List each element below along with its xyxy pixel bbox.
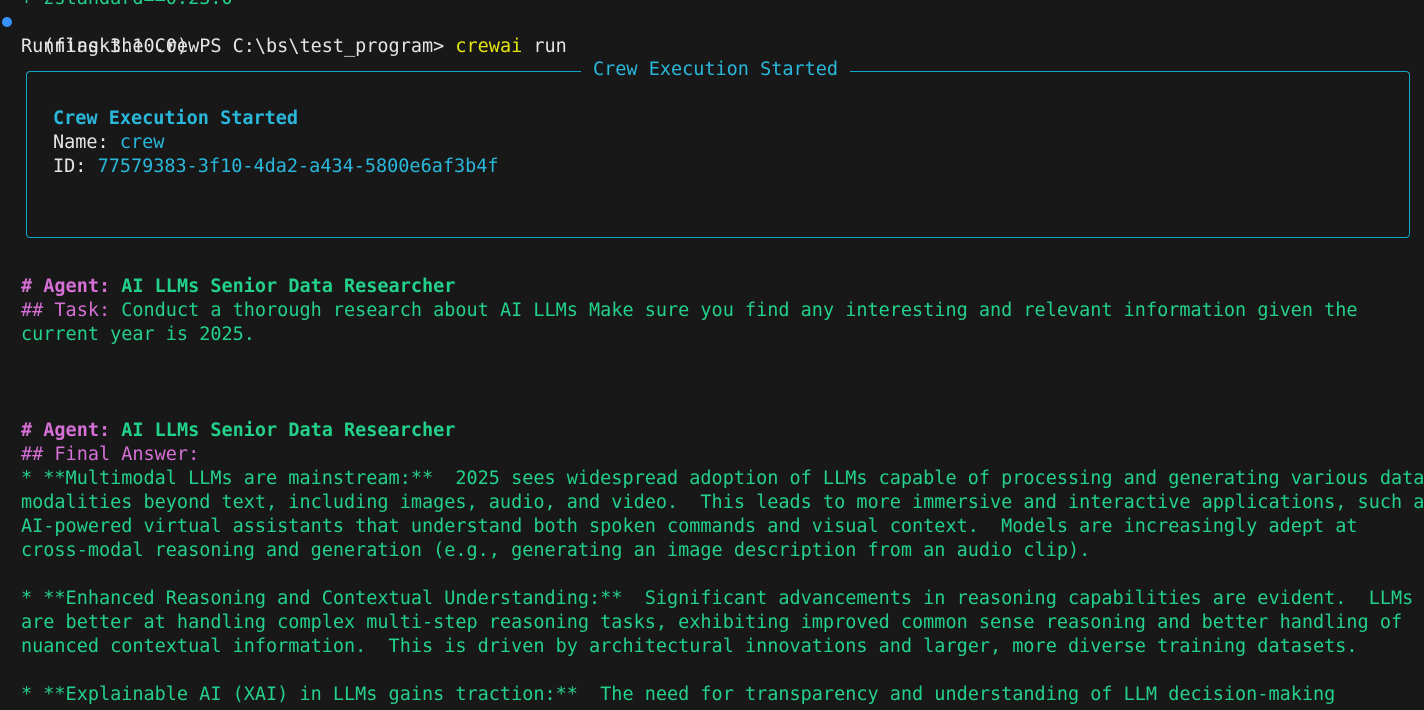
agent-label: # Agent: [21,276,122,297]
previous-output-line: + zstandard==0.23.0 [21,0,233,11]
agent-name: AI LLMs Senior Data Researcher [121,276,456,297]
answer-line: * **Explainable AI (XAI) in LLMs gains t… [21,684,1336,705]
name-value: crew [119,132,165,153]
panel-name-row: Name: crew [53,131,164,155]
answer-line: modalities beyond text, including images… [21,492,1424,513]
id-label: ID: [53,156,98,177]
command-status-dot-icon[interactable] [2,17,12,27]
name-label: Name: [53,132,120,153]
final-answer-label: ## Final Answer: [21,444,200,465]
task-line: ## Task: Conduct a thorough research abo… [21,299,1358,323]
id-value: 77579383-3f10-4da2-a434-5800e6af3b4f [97,156,499,177]
task-text-continued: current year is 2025. [21,324,255,345]
command-name: crewai [455,36,523,57]
answer-line: * **Enhanced Reasoning and Contextual Un… [21,588,1414,609]
answer-line: are better at handling complex multi-ste… [21,612,1403,633]
answer-line: nuanced contextual information. This is … [21,636,1358,657]
task-text: Conduct a thorough research about AI LLM… [121,300,1358,321]
answer-line: cross-modal reasoning and generation (e.… [21,540,1091,561]
running-message: Running the Crew [21,36,200,57]
command-args: run [522,36,567,57]
terminal[interactable]: { "top_partial": "+ zstandard==0.23.0", … [0,0,1424,710]
agent-line-2: # Agent: AI LLMs Senior Data Researcher [21,419,455,443]
task-label: ## Task: [21,300,122,321]
agent-label: # Agent: [21,420,122,441]
agent-line-1: # Agent: AI LLMs Senior Data Researcher [21,275,455,299]
panel-heading: Crew Execution Started [53,108,299,129]
panel-id-row: ID: 77579383-3f10-4da2-a434-5800e6af3b4f [53,155,499,179]
panel-title: Crew Execution Started [581,58,851,82]
answer-line: * **Multimodal LLMs are mainstream:** 20… [21,468,1424,489]
crew-execution-panel: Crew Execution Started Crew Execution St… [26,58,1410,238]
agent-name: AI LLMs Senior Data Researcher [121,420,456,441]
answer-line: AI-powered virtual assistants that under… [21,516,1358,537]
